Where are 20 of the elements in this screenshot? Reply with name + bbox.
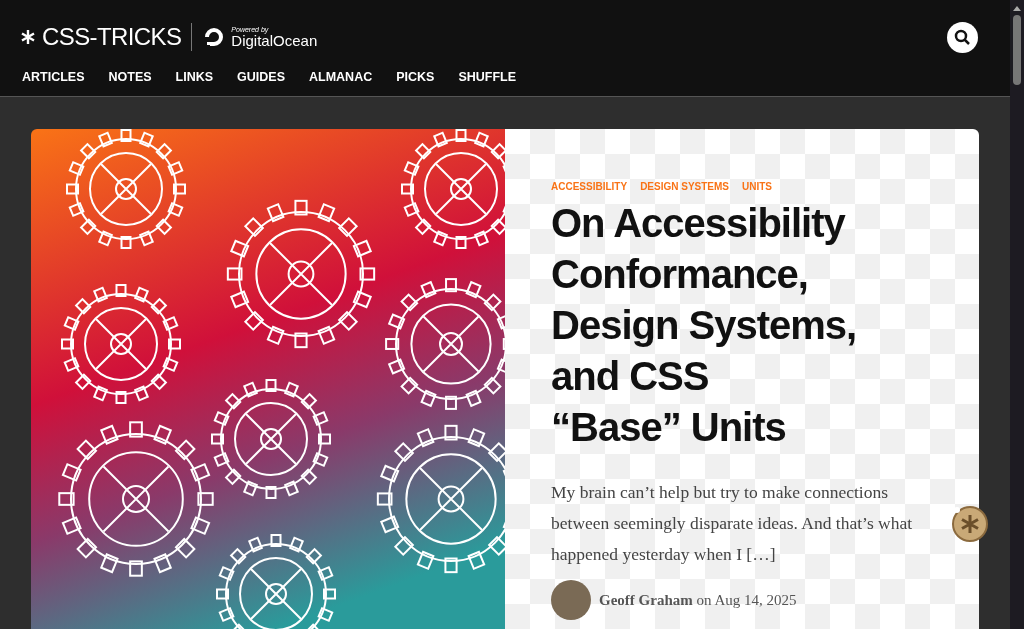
search-icon (954, 28, 971, 46)
nav-link[interactable]: ALMANAC (309, 68, 373, 87)
byline: Geoff Graham on Aug 14, 2025 (599, 590, 797, 610)
sponsor-name: DigitalOcean (231, 33, 318, 48)
asterisk-icon (20, 29, 36, 45)
article-title[interactable]: On Accessibility Conformance, Design Systems, and CSS “Base” Units (551, 198, 939, 453)
nav-link[interactable]: SHUFFLE (458, 68, 517, 87)
nav-link[interactable]: GUIDES (237, 68, 285, 87)
scrollbar[interactable] (1010, 0, 1024, 629)
nav-link[interactable]: ARTICLES (22, 68, 85, 87)
nav-link[interactable]: PICKS (396, 68, 435, 87)
article-excerpt: My brain can’t help but try to make connections between seemingly disparate ideas. And that’s what happened yesterday when I […] (551, 481, 914, 566)
cookie-icon[interactable] (951, 505, 989, 543)
nav-link[interactable]: LINKS (175, 68, 214, 87)
scroll-up-icon[interactable] (1013, 6, 1021, 11)
site-logo[interactable]: CSS-TRICKS (20, 19, 182, 55)
scrollbar-thumb[interactable] (1013, 15, 1021, 85)
avatar[interactable] (551, 580, 591, 620)
search-button[interactable] (947, 21, 978, 53)
nav-link[interactable]: NOTES (108, 68, 152, 87)
